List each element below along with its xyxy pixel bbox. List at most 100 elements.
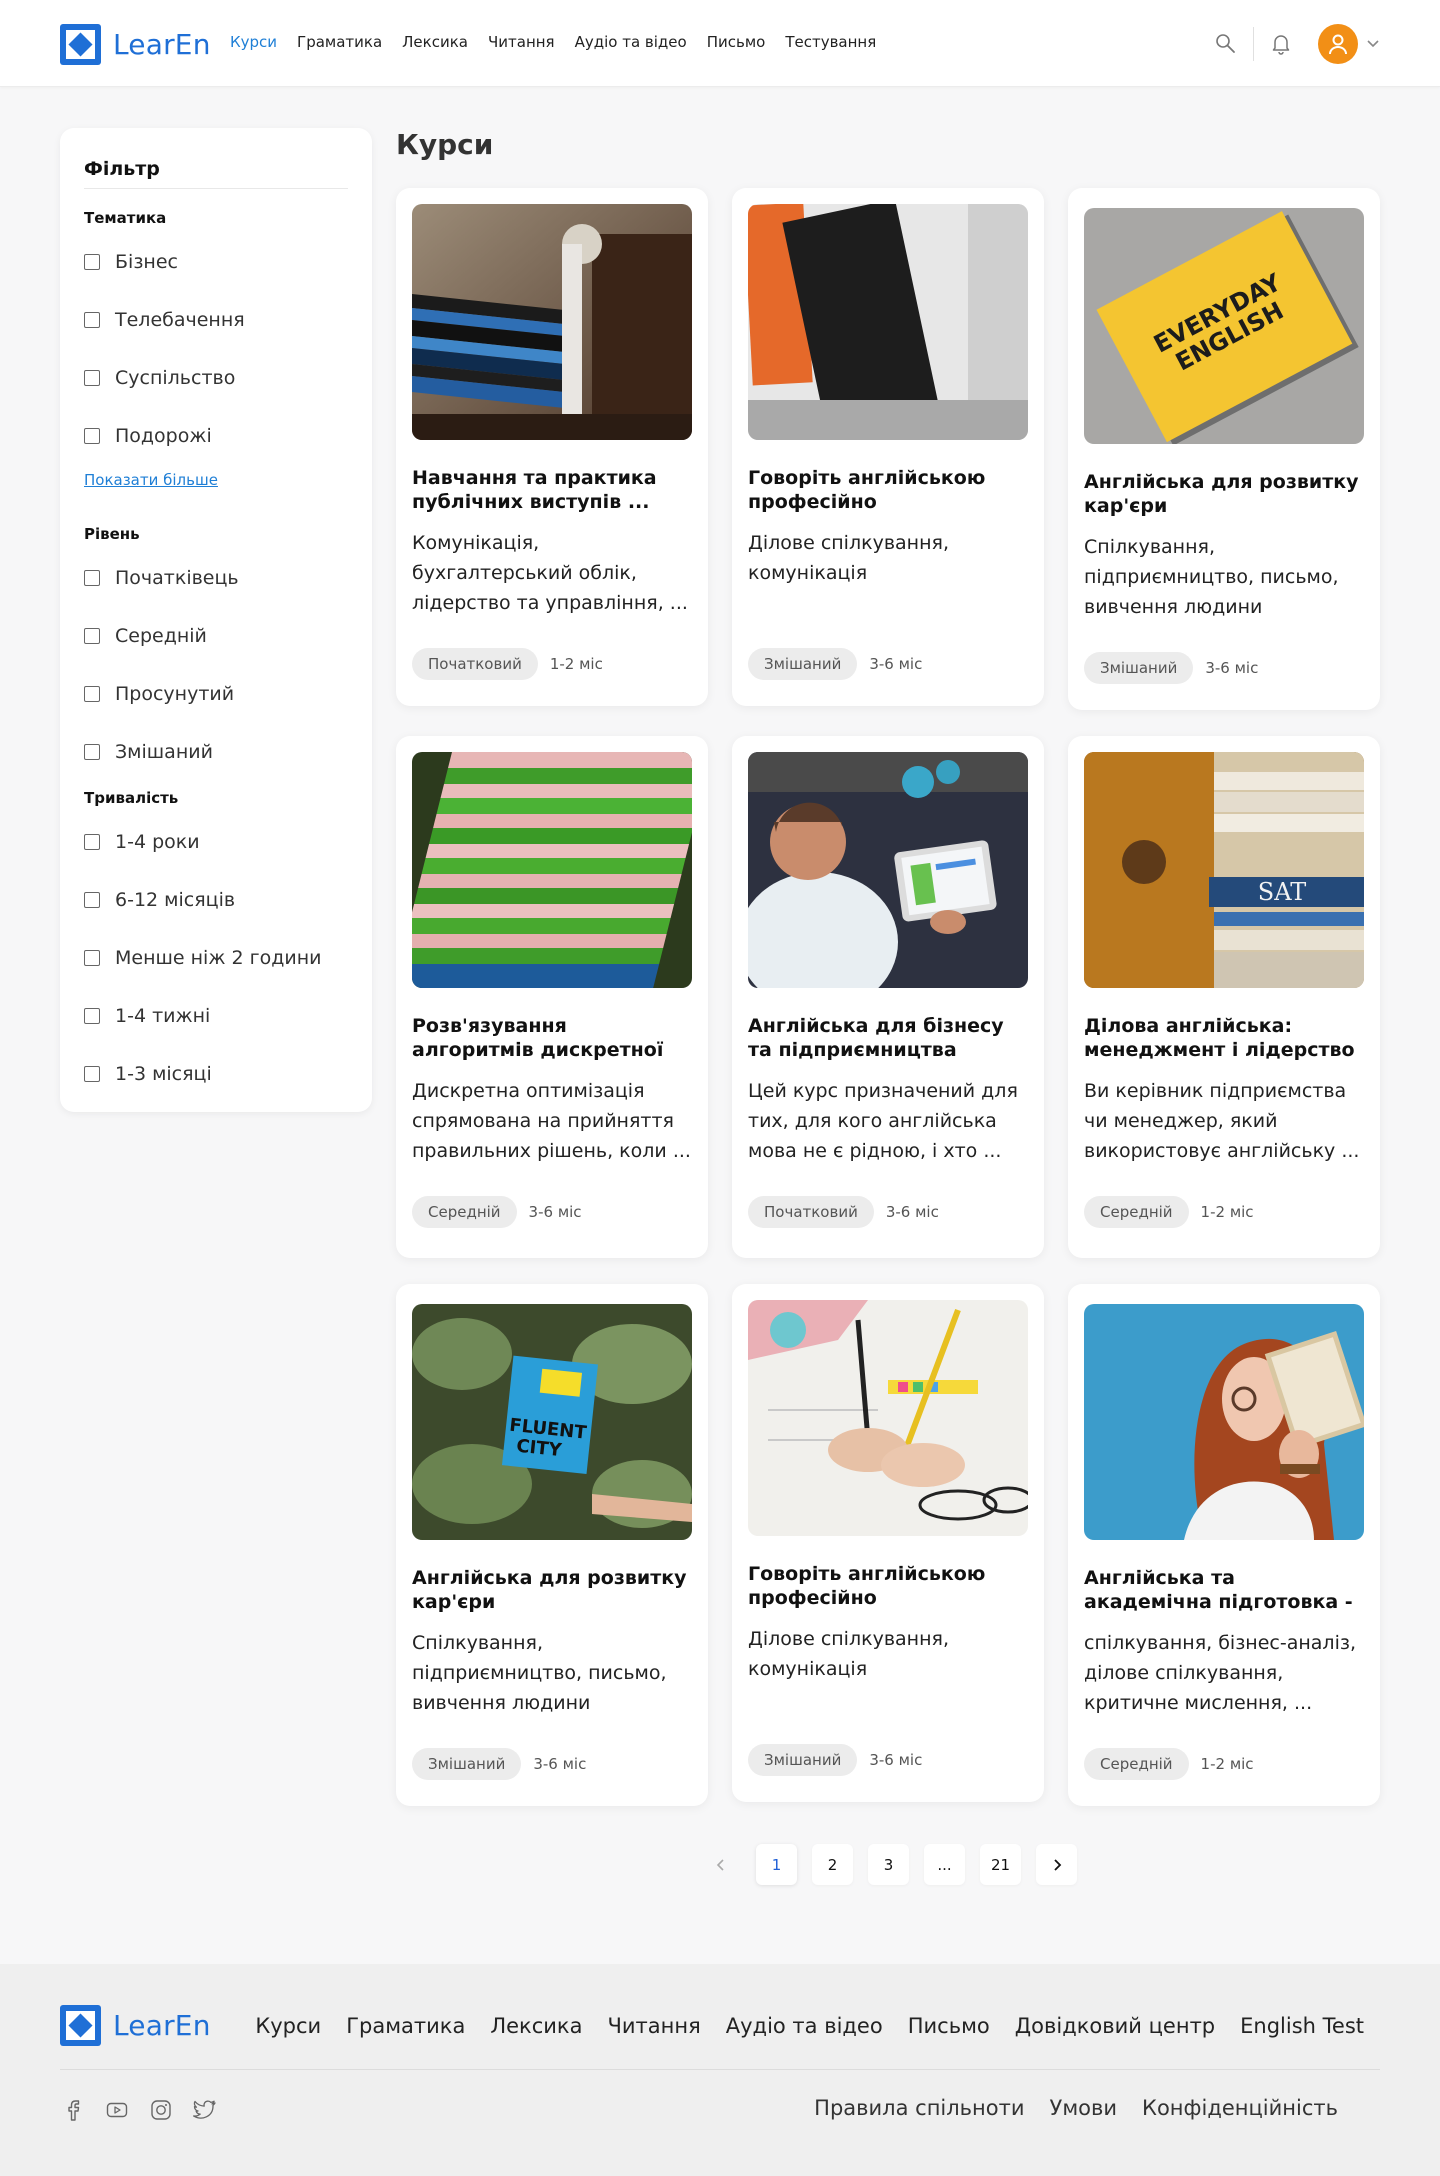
course-meta: Середній 1-2 міс (1084, 1196, 1364, 1228)
footer-link-english-test[interactable]: English Test (1240, 2014, 1364, 2038)
checkbox[interactable] (84, 950, 100, 966)
course-meta: Змішаний 3-6 міс (748, 648, 1028, 680)
checkbox[interactable] (84, 570, 100, 586)
page-button-3[interactable]: 3 (868, 1844, 909, 1885)
footer-nav: Курси Граматика Лексика Читання Аудіо та… (230, 2014, 1364, 2038)
level-badge: Середній (1084, 1748, 1189, 1780)
footer-link-writing[interactable]: Письмо (908, 2014, 990, 2038)
user-avatar[interactable] (1318, 24, 1358, 64)
footer-link-privacy[interactable]: Конфіденційність (1142, 2096, 1338, 2120)
prev-page-button[interactable] (700, 1844, 741, 1885)
course-card[interactable]: Навчання та практика публічних виступів … (396, 188, 708, 706)
footer-divider (60, 2069, 1380, 2070)
nav-item-testing[interactable]: Тестування (785, 33, 876, 51)
checkbox[interactable] (84, 428, 100, 444)
checkbox[interactable] (84, 1008, 100, 1024)
footer-link-reading[interactable]: Читання (608, 2014, 701, 2038)
page-button-21[interactable]: 21 (980, 1844, 1021, 1885)
youtube-icon[interactable] (104, 2097, 130, 2123)
social-links (60, 2097, 218, 2123)
course-meta: Початковий 1-2 міс (412, 648, 692, 680)
course-image-sat-book-stack: SAT (1084, 752, 1364, 988)
twitter-icon[interactable] (192, 2097, 218, 2123)
page-button-1[interactable]: 1 (756, 1844, 797, 1885)
course-duration: 3-6 міс (869, 1751, 923, 1769)
filter-option[interactable]: Менше ніж 2 години (84, 929, 348, 987)
nav-item-reading[interactable]: Читання (488, 33, 555, 51)
course-description: спілкування, бізнес-аналіз, ділове спілк… (1084, 1632, 1356, 1714)
filter-option[interactable]: Просунутий (84, 665, 348, 723)
checkbox[interactable] (84, 744, 100, 760)
facebook-icon[interactable] (60, 2097, 86, 2123)
course-card[interactable]: SAT Ділова англійська: менеджмент і ліде… (1068, 736, 1380, 1258)
course-card[interactable]: EVERYDAY ENGLISH Англійська для розвитку… (1068, 188, 1380, 710)
instagram-icon[interactable] (148, 2097, 174, 2123)
course-card[interactable]: Розв'язування алгоритмів дискретної опти… (396, 736, 708, 1258)
course-card[interactable]: Говоріть англійською професійно Ділове с… (732, 188, 1044, 706)
show-more-link[interactable]: Показати більше (84, 471, 218, 489)
footer-link-courses[interactable]: Курси (255, 2014, 321, 2038)
filter-option[interactable]: 1-3 місяці (84, 1045, 348, 1103)
footer-link-terms[interactable]: Умови (1050, 2096, 1118, 2120)
checkbox[interactable] (84, 628, 100, 644)
filter-group-title-topic: Тематика (84, 209, 167, 227)
filter-option[interactable]: Суспільство (84, 349, 348, 407)
filter-group-title-duration: Тривалість (84, 789, 179, 807)
footer-link-help-center[interactable]: Довідковий центр (1015, 2014, 1215, 2038)
course-card[interactable]: FLUENT CITY Англійська для розвитку кар'… (396, 1284, 708, 1806)
checkbox[interactable] (84, 686, 100, 702)
footer-link-audio-video[interactable]: Аудіо та відео (726, 2014, 883, 2038)
search-icon[interactable] (1209, 27, 1243, 61)
level-badge: Змішаний (748, 648, 858, 680)
course-meta: Середній 1-2 міс (1084, 1748, 1364, 1780)
nav-item-courses[interactable]: Курси (230, 33, 277, 51)
chevron-down-icon[interactable] (1366, 37, 1380, 51)
course-image-child-with-tablet (748, 752, 1028, 988)
checkbox[interactable] (84, 254, 100, 270)
brand-logo[interactable]: LearEn (60, 23, 211, 65)
nav-item-vocabulary[interactable]: Лексика (402, 33, 468, 51)
nav-item-grammar[interactable]: Граматика (297, 33, 382, 51)
footer-link-vocabulary[interactable]: Лексика (490, 2014, 582, 2038)
chevron-right-icon (1053, 1858, 1061, 1871)
next-page-button[interactable] (1036, 1844, 1077, 1885)
footer: LearEn Курси Граматика Лексика Читання А… (0, 1964, 1440, 2176)
checkbox[interactable] (84, 834, 100, 850)
footer-link-grammar[interactable]: Граматика (346, 2014, 465, 2038)
filter-option[interactable]: Телебачення (84, 291, 348, 349)
footer-logo[interactable]: LearEn (60, 2004, 211, 2046)
course-title: Ділова англійська: менеджмент і лідерств… (1084, 1015, 1355, 1061)
course-description: Ви керівник підприємства чи менеджер, як… (1084, 1080, 1360, 1162)
course-duration: 3-6 міс (885, 1203, 939, 1221)
page-button-2[interactable]: 2 (812, 1844, 853, 1885)
filter-option[interactable]: Подорожі (84, 407, 348, 465)
filter-option[interactable]: Початківець (84, 549, 348, 607)
nav-item-writing[interactable]: Письмо (707, 33, 766, 51)
course-card[interactable]: Говоріть англійською професійно Ділове с… (732, 1284, 1044, 1802)
filter-option-label: 1-4 тижні (115, 1005, 211, 1027)
filter-option[interactable]: 6-12 місяців (84, 871, 348, 929)
filter-option[interactable]: Середній (84, 607, 348, 665)
bell-icon[interactable] (1264, 27, 1298, 61)
checkbox[interactable] (84, 892, 100, 908)
filter-option[interactable]: 1-4 тижні (84, 987, 348, 1045)
course-card[interactable]: Англійська для бізнесу та підприємництва… (732, 736, 1044, 1258)
checkbox[interactable] (84, 1066, 100, 1082)
svg-text:SAT: SAT (1258, 878, 1306, 906)
filter-option[interactable]: Змішаний (84, 723, 348, 781)
course-image-fluent-city-notebook: FLUENT CITY (412, 1304, 692, 1540)
course-image-green-books-stack (412, 752, 692, 988)
filter-option-label: Менше ніж 2 години (115, 947, 322, 969)
filter-option-label: Подорожі (115, 425, 212, 447)
filter-option[interactable]: 1-4 роки (84, 813, 348, 871)
nav-item-audio-video[interactable]: Аудіо та відео (575, 33, 687, 51)
checkbox[interactable] (84, 370, 100, 386)
checkbox[interactable] (84, 312, 100, 328)
course-meta: Початковий 3-6 міс (748, 1196, 1028, 1228)
footer-link-community-rules[interactable]: Правила спільноти (814, 2096, 1024, 2120)
course-card[interactable]: Англійська та академічна підготовка - Pr… (1068, 1284, 1380, 1806)
filter-option[interactable]: Бізнес (84, 233, 348, 291)
course-title: Англійська для бізнесу та підприємництва (748, 1015, 1004, 1061)
brand-name: LearEn (113, 2008, 211, 2042)
course-duration: 3-6 міс (1205, 659, 1259, 677)
